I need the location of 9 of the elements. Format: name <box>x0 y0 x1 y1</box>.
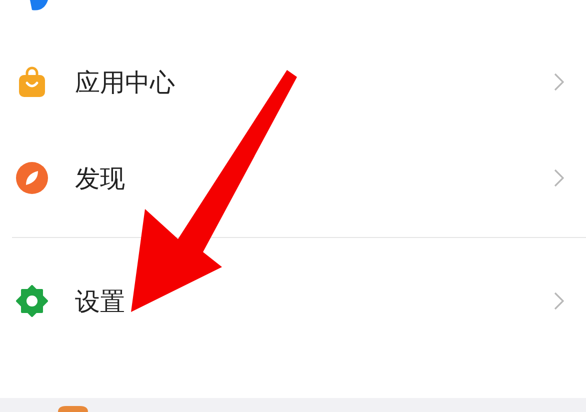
chevron-right-icon <box>554 292 564 310</box>
menu-label: 设置 <box>75 286 126 318</box>
settings-icon <box>16 285 48 317</box>
shopping-bag-icon <box>16 66 48 98</box>
menu-label: 应用中心 <box>75 66 176 98</box>
chevron-right-icon <box>554 169 564 187</box>
chevron-right-icon <box>554 73 564 91</box>
compass-icon <box>16 162 48 194</box>
menu-label: 发现 <box>75 162 126 194</box>
